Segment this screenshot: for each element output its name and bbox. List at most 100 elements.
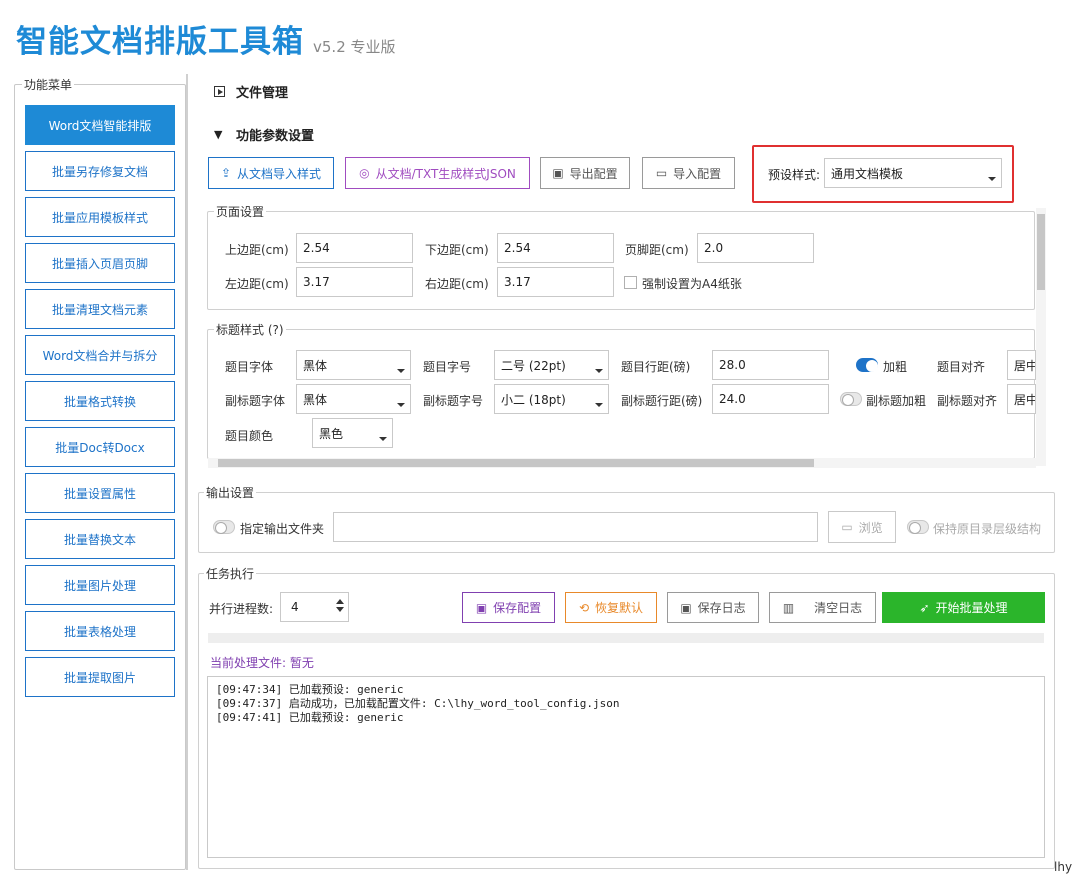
preset-select[interactable]: 通用文档模板: [824, 158, 1002, 188]
palette-icon: ◎: [359, 166, 370, 180]
params-horizontal-scrollbar[interactable]: [208, 458, 1036, 468]
log-output[interactable]: [09:47:34] 已加载预设: generic [09:47:37] 启动成…: [207, 676, 1045, 858]
task-legend: 任务执行: [204, 565, 257, 582]
sidebar-item-image-process[interactable]: 批量图片处理: [25, 565, 175, 605]
bottom-margin-input[interactable]: 2.54: [497, 233, 614, 263]
left-margin-label: 左边距(cm): [225, 277, 289, 291]
preset-select-value: 通用文档模板: [831, 166, 904, 181]
sidebar-item-apply-template[interactable]: 批量应用模板样式: [25, 197, 175, 237]
sidebar-item-set-properties[interactable]: 批量设置属性: [25, 473, 175, 513]
output-folder-toggle[interactable]: [213, 520, 235, 534]
clear-log-button[interactable]: ▥ 清空日志: [769, 592, 876, 623]
force-a4-label: 强制设置为A4纸张: [642, 277, 742, 291]
footer-distance-label: 页脚距(cm): [625, 243, 689, 257]
title-style-legend: 标题样式 (?): [214, 321, 286, 338]
subtitle-align-select[interactable]: 居中: [1007, 384, 1036, 414]
subtitle-font-label: 副标题字体: [225, 394, 286, 408]
section-file-management[interactable]: 文件管理: [214, 82, 288, 101]
restore-default-button[interactable]: ⟲ 恢复默认: [565, 592, 657, 623]
sidebar-item-smart-layout[interactable]: Word文档智能排版: [25, 105, 175, 145]
params-vertical-scrollbar[interactable]: [1036, 208, 1046, 466]
subtitle-bold-toggle[interactable]: [840, 392, 862, 406]
import-config-label: 导入配置: [673, 166, 722, 181]
keep-structure-toggle[interactable]: [907, 520, 929, 534]
title-align-select[interactable]: 居中: [1007, 350, 1036, 380]
title-size-label: 题目字号: [423, 360, 472, 374]
generate-json-button[interactable]: ◎ 从文档/TXT生成样式JSON: [345, 157, 530, 189]
log-line: [09:47:41] 已加载预设: generic: [216, 711, 404, 724]
footer-distance-input[interactable]: 2.0: [697, 233, 814, 263]
app-version: v5.2 专业版: [313, 38, 396, 56]
sidebar-item-extract-images[interactable]: 批量提取图片: [25, 657, 175, 697]
title-font-select[interactable]: 黑体: [296, 350, 411, 380]
save-config-button[interactable]: ▣ 保存配置: [462, 592, 555, 623]
current-file-status: 当前处理文件: 暂无: [210, 656, 314, 670]
parallel-value: 4: [291, 600, 299, 614]
section-file-management-label: 文件管理: [236, 86, 289, 101]
spin-arrows[interactable]: [336, 599, 344, 612]
spin-down-icon[interactable]: [336, 607, 344, 612]
spin-up-icon[interactable]: [336, 599, 344, 604]
dropdown-caret-icon: [379, 437, 387, 441]
force-a4-checkbox[interactable]: [624, 276, 637, 289]
save-log-label: 保存日志: [697, 601, 746, 615]
sidebar-item-merge-split[interactable]: Word文档合并与拆分: [25, 335, 175, 375]
subtitle-spacing-input[interactable]: 24.0: [712, 384, 829, 414]
dropdown-caret-icon: [595, 369, 603, 373]
vertical-scroll-thumb[interactable]: [1037, 214, 1045, 290]
log-line: [09:47:34] 已加载预设: generic: [216, 683, 404, 696]
title-bold-toggle[interactable]: [856, 358, 878, 372]
right-margin-label: 右边距(cm): [425, 277, 489, 291]
rocket-icon: ➶: [919, 600, 930, 615]
title-color-label: 题目颜色: [225, 429, 274, 443]
right-margin-input[interactable]: 3.17: [497, 267, 614, 297]
title-color-select[interactable]: 黑色: [312, 418, 393, 448]
expand-icon: [214, 86, 225, 97]
top-margin-input[interactable]: 2.54: [296, 233, 413, 263]
import-style-button[interactable]: ⇪ 从文档导入样式: [208, 157, 334, 189]
horizontal-scroll-thumb[interactable]: [218, 459, 814, 467]
export-config-button[interactable]: ▣ 导出配置: [540, 157, 630, 189]
import-style-label: 从文档导入样式: [237, 166, 322, 181]
subtitle-bold-label: 副标题加粗: [866, 394, 927, 408]
top-margin-label: 上边距(cm): [225, 243, 289, 257]
sidebar-legend: 功能菜单: [22, 76, 75, 93]
trash-icon: ▥: [782, 600, 795, 615]
save-log-button[interactable]: ▣ 保存日志: [667, 592, 759, 623]
title-size-value: 二号 (22pt): [501, 358, 566, 373]
generate-json-label: 从文档/TXT生成样式JSON: [375, 166, 516, 181]
output-legend: 输出设置: [204, 484, 257, 501]
title-font-label: 题目字体: [225, 360, 274, 374]
browse-button[interactable]: ▭ 浏览: [828, 511, 896, 543]
sidebar-item-format-convert[interactable]: 批量格式转换: [25, 381, 175, 421]
output-folder-input[interactable]: [333, 512, 818, 542]
restore-default-label: 恢复默认: [595, 601, 644, 615]
title-spacing-label: 题目行距(磅): [621, 360, 691, 374]
start-batch-button[interactable]: ➶ 开始批量处理: [882, 592, 1045, 623]
bottom-margin-label: 下边距(cm): [425, 243, 489, 257]
import-config-button[interactable]: ▭ 导入配置: [642, 157, 735, 189]
section-params[interactable]: ▼ 功能参数设置: [214, 125, 314, 144]
title-size-select[interactable]: 二号 (22pt): [494, 350, 609, 380]
restore-icon: ⟲: [578, 600, 590, 615]
title-spacing-input[interactable]: 28.0: [712, 350, 829, 380]
sidebar-item-clean-elements[interactable]: 批量清理文档元素: [25, 289, 175, 329]
corner-watermark: lhy: [1054, 860, 1073, 874]
page-setup-legend: 页面设置: [214, 203, 267, 220]
subtitle-font-select[interactable]: 黑体: [296, 384, 411, 414]
parallel-spinbox[interactable]: 4: [280, 592, 349, 622]
log-line: [09:47:37] 启动成功，已加载配置文件: C:\lhy_word_too…: [216, 697, 620, 710]
save-config-label: 保存配置: [493, 601, 542, 615]
sidebar-item-table-process[interactable]: 批量表格处理: [25, 611, 175, 651]
subtitle-font-value: 黑体: [303, 392, 328, 407]
sidebar-item-replace-text[interactable]: 批量替换文本: [25, 519, 175, 559]
dropdown-caret-icon: [988, 177, 996, 181]
sidebar-item-save-repair[interactable]: 批量另存修复文档: [25, 151, 175, 191]
sidebar-splitter[interactable]: [186, 74, 188, 870]
app-title: 智能文档排版工具箱: [16, 24, 304, 60]
left-margin-input[interactable]: 3.17: [296, 267, 413, 297]
subtitle-size-select[interactable]: 小二 (18pt): [494, 384, 609, 414]
sidebar-item-header-footer[interactable]: 批量插入页眉页脚: [25, 243, 175, 283]
sidebar-item-doc-to-docx[interactable]: 批量Doc转Docx: [25, 427, 175, 467]
subtitle-align-label: 副标题对齐: [937, 394, 998, 408]
